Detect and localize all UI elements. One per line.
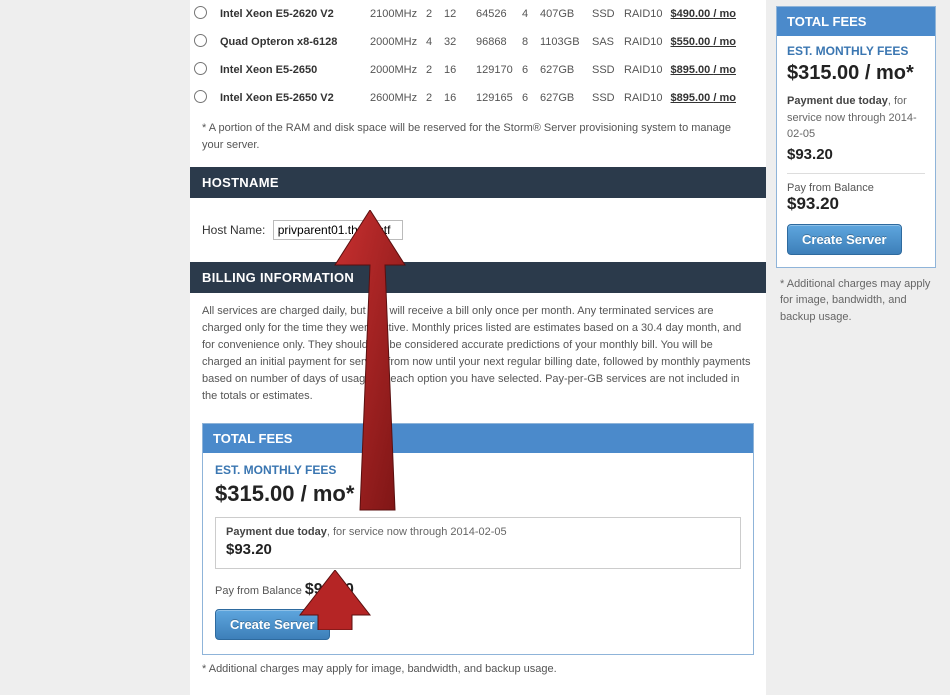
server-price: $895.00 / mo xyxy=(667,56,766,84)
side-create-server-button[interactable]: Create Server xyxy=(787,224,902,255)
server-cpus: 2 xyxy=(422,84,440,112)
server-disk-type: SAS xyxy=(588,28,620,56)
side-payfrom-line: Pay from Balance $93.20 xyxy=(787,173,925,214)
side-payment-due-amount: $93.20 xyxy=(787,146,925,163)
server-name: Intel Xeon E5-2650 xyxy=(216,56,366,84)
server-drives: 6 xyxy=(518,56,536,84)
server-row: Intel Xeon E5-26502000MHz2161291706627GB… xyxy=(190,56,766,84)
additional-charges-note: * Additional charges may apply for image… xyxy=(190,655,766,675)
server-cpus: 4 xyxy=(422,28,440,56)
server-raid: RAID10 xyxy=(620,0,667,28)
server-disk: 1103GB xyxy=(536,28,588,56)
total-fees-header: TOTAL FEES xyxy=(203,424,753,453)
side-est-monthly-label: EST. MONTHLY FEES xyxy=(787,44,925,58)
server-cores: 32 xyxy=(440,28,472,56)
server-ram: 129165 xyxy=(472,84,518,112)
server-price: $895.00 / mo xyxy=(667,84,766,112)
side-est-monthly-price: $315.00 / mo* xyxy=(787,62,925,85)
hostname-header: HOSTNAME xyxy=(190,167,766,198)
server-raid: RAID10 xyxy=(620,56,667,84)
server-disk-type: SSD xyxy=(588,0,620,28)
est-monthly-price: $315.00 / mo* xyxy=(215,481,741,507)
total-fees-box: TOTAL FEES EST. MONTHLY FEES $315.00 / m… xyxy=(202,423,754,655)
create-server-button[interactable]: Create Server xyxy=(215,609,330,640)
ram-disclaimer: * A portion of the RAM and disk space wi… xyxy=(190,112,766,167)
server-price: $550.00 / mo xyxy=(667,28,766,56)
hostname-input[interactable] xyxy=(273,220,403,240)
server-radio[interactable] xyxy=(194,34,207,47)
server-options-table: Intel Xeon E5-2620 V22100MHz212645264407… xyxy=(190,0,766,112)
server-name: Intel Xeon E5-2620 V2 xyxy=(216,0,366,28)
side-payment-due-label: Payment due today xyxy=(787,95,888,107)
server-radio[interactable] xyxy=(194,62,207,75)
server-mhz: 2100MHz xyxy=(366,0,422,28)
server-raid: RAID10 xyxy=(620,84,667,112)
server-raid: RAID10 xyxy=(620,28,667,56)
side-additional-charges-note: * Additional charges may apply for image… xyxy=(776,268,936,326)
side-payfrom-balance: $93.20 xyxy=(787,194,839,213)
payfrom-balance: $93.20 xyxy=(305,581,354,598)
side-total-fees-box: TOTAL FEES EST. MONTHLY FEES $315.00 / m… xyxy=(776,6,936,268)
server-row: Intel Xeon E5-2620 V22100MHz212645264407… xyxy=(190,0,766,28)
billing-header: BILLING INFORMATION xyxy=(190,262,766,293)
hostname-label: Host Name: xyxy=(202,223,265,237)
server-name: Quad Opteron x8-6128 xyxy=(216,28,366,56)
server-cpus: 2 xyxy=(422,56,440,84)
server-ram: 129170 xyxy=(472,56,518,84)
server-cpus: 2 xyxy=(422,0,440,28)
server-mhz: 2600MHz xyxy=(366,84,422,112)
payfrom-line: Pay from Balance $93.20 xyxy=(215,581,741,599)
server-row: Quad Opteron x8-61282000MHz4329686881103… xyxy=(190,28,766,56)
server-drives: 8 xyxy=(518,28,536,56)
server-cores: 16 xyxy=(440,84,472,112)
server-drives: 6 xyxy=(518,84,536,112)
payment-due-box: Payment due today, for service now throu… xyxy=(215,517,741,569)
server-radio[interactable] xyxy=(194,90,207,103)
server-cores: 12 xyxy=(440,0,472,28)
payment-due-suffix: , for service now through 2014-02-05 xyxy=(327,526,507,538)
server-name: Intel Xeon E5-2650 V2 xyxy=(216,84,366,112)
server-ram: 96868 xyxy=(472,28,518,56)
server-ram: 64526 xyxy=(472,0,518,28)
billing-text: All services are charged daily, but you … xyxy=(190,293,766,419)
server-disk: 407GB xyxy=(536,0,588,28)
server-drives: 4 xyxy=(518,0,536,28)
server-mhz: 2000MHz xyxy=(366,28,422,56)
payment-due-amount: $93.20 xyxy=(226,541,730,558)
side-total-fees-header: TOTAL FEES xyxy=(777,7,935,36)
payment-due-label: Payment due today xyxy=(226,526,327,538)
hostname-row: Host Name: xyxy=(190,198,766,262)
server-radio[interactable] xyxy=(194,6,207,19)
server-disk: 627GB xyxy=(536,56,588,84)
est-monthly-label: EST. MONTHLY FEES xyxy=(215,463,741,477)
server-disk: 627GB xyxy=(536,84,588,112)
server-disk-type: SSD xyxy=(588,84,620,112)
server-disk-type: SSD xyxy=(588,56,620,84)
server-mhz: 2000MHz xyxy=(366,56,422,84)
server-cores: 16 xyxy=(440,56,472,84)
server-price: $490.00 / mo xyxy=(667,0,766,28)
server-row: Intel Xeon E5-2650 V22600MHz216129165662… xyxy=(190,84,766,112)
